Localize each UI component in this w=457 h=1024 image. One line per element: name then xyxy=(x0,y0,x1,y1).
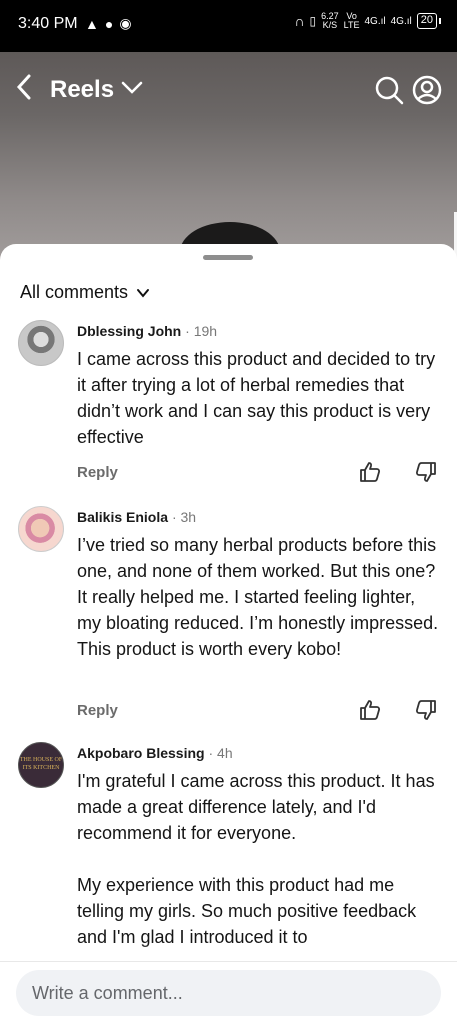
like-button[interactable] xyxy=(358,460,382,489)
avatar[interactable]: THE HOUSE OF ITS KITCHEN xyxy=(18,742,64,788)
comment-time: 3h xyxy=(180,509,197,525)
speed-unit: K/S xyxy=(322,20,338,30)
location-icon: ● xyxy=(104,15,114,32)
comments-sheet: All comments Dblessing John · 19h I came… xyxy=(0,244,457,1024)
signal-1: 4G.ıl xyxy=(365,16,386,27)
back-button[interactable] xyxy=(16,74,32,105)
network-speed: 6.27 K/S xyxy=(321,12,339,30)
profile-button[interactable] xyxy=(411,74,443,111)
comment-text: I'm grateful I came across this product.… xyxy=(77,771,435,947)
volte-sub: LTE xyxy=(343,20,360,30)
comment-author[interactable]: Dblessing John xyxy=(77,323,181,339)
comment-composer xyxy=(0,961,457,1024)
avatar[interactable] xyxy=(18,506,64,552)
like-button[interactable] xyxy=(358,698,382,727)
network-type-1: 4G xyxy=(364,15,378,27)
signal-bars-icon: .ıl xyxy=(403,15,412,27)
chevron-down-icon xyxy=(137,288,150,298)
reels-title[interactable]: Reels xyxy=(50,76,114,104)
thumbs-down-icon xyxy=(415,700,436,720)
comment-time-separator: · xyxy=(171,509,181,525)
comment-header: Akpobaro Blessing · 4h xyxy=(77,745,233,761)
warning-icon: ▲ xyxy=(85,15,99,32)
comment-header: Dblessing John · 19h xyxy=(77,323,217,339)
comment-time: 19h xyxy=(193,323,218,339)
comment-input[interactable] xyxy=(16,970,441,1016)
thumbs-up-icon xyxy=(360,700,381,720)
vibrate-icon: ▯ xyxy=(309,14,317,28)
dislike-button[interactable] xyxy=(414,698,438,727)
comments-sort-selector[interactable]: All comments xyxy=(20,282,150,303)
notification-icons: ▲ ● ◉ xyxy=(85,15,132,32)
comment-author[interactable]: Balikis Eniola xyxy=(77,509,168,525)
reply-button[interactable]: Reply xyxy=(77,702,118,719)
comment-text: I’ve tried so many herbal products befor… xyxy=(77,535,439,659)
status-indicators: ∩ ▯ 6.27 K/S Vo LTE 4G.ıl 4G.ıl 20 xyxy=(294,12,442,30)
reel-video[interactable]: Reels xyxy=(0,52,457,262)
search-button[interactable] xyxy=(373,74,405,111)
avatar[interactable] xyxy=(18,320,64,366)
comment-time: 4h xyxy=(217,745,233,761)
status-bar: 3:40 PM ▲ ● ◉ ∩ ▯ 6.27 K/S Vo LTE 4G.ıl … xyxy=(0,0,457,52)
back-arrow-icon xyxy=(16,74,31,100)
thumbs-down-icon xyxy=(415,462,436,482)
dislike-button[interactable] xyxy=(414,460,438,489)
reels-header: Reels xyxy=(0,70,457,110)
reply-button[interactable]: Reply xyxy=(77,464,118,481)
signal-2: 4G.ıl xyxy=(391,16,412,27)
thumbs-up-icon xyxy=(360,462,381,482)
headphones-icon: ∩ xyxy=(294,13,305,29)
whatsapp-icon: ◉ xyxy=(119,15,132,31)
network-type-2: 4G xyxy=(390,15,404,27)
profile-icon xyxy=(412,75,442,105)
drag-handle[interactable] xyxy=(203,255,253,260)
sort-label: All comments xyxy=(20,282,129,302)
search-icon xyxy=(375,76,404,105)
status-time: 3:40 PM xyxy=(18,15,78,32)
comment-author[interactable]: Akpobaro Blessing xyxy=(77,745,205,761)
signal-bars-icon: .ıl xyxy=(377,15,386,27)
chevron-down-icon xyxy=(121,81,143,94)
comment-text: I came across this product and decided t… xyxy=(77,349,436,447)
comment-header: Balikis Eniola · 3h xyxy=(77,509,196,525)
volte-indicator: Vo LTE xyxy=(344,12,360,30)
comment-time-separator: · xyxy=(185,323,194,339)
comment-time-separator: · xyxy=(208,745,218,761)
reels-menu-chevron[interactable] xyxy=(120,80,144,101)
battery-indicator: 20 xyxy=(416,13,442,29)
